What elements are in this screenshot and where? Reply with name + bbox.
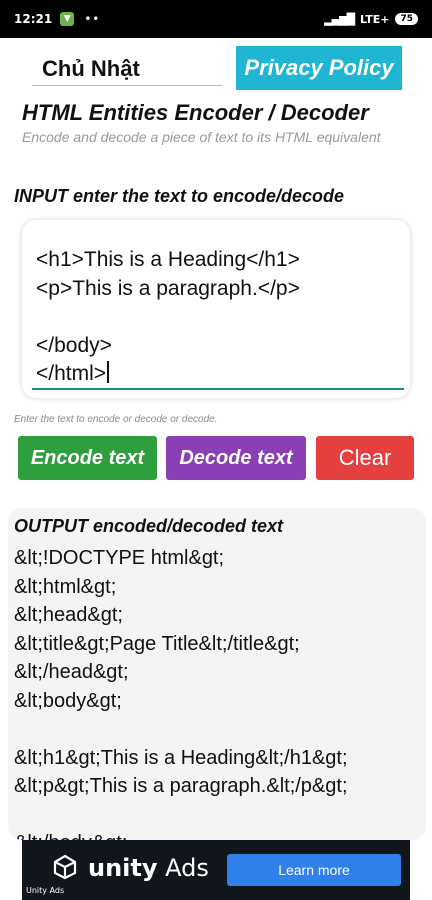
output-line: &lt;!DOCTYPE html&gt;: [14, 547, 225, 569]
input-line: </html>: [36, 362, 107, 385]
ad-brand: unity Ads: [88, 854, 209, 882]
day-label: Chủ Nhật: [32, 46, 222, 86]
battery-icon: 75: [395, 13, 418, 25]
input-line: <p>This is a paragraph.</p>: [36, 276, 300, 300]
output-text[interactable]: &lt;!DOCTYPE html&gt; &lt;html&gt; &lt;h…: [14, 544, 348, 840]
output-panel[interactable]: OUTPUT encoded/decoded text &lt;!DOCTYPE…: [8, 508, 426, 840]
learn-more-button[interactable]: Learn more: [227, 854, 401, 886]
input-textarea[interactable]: <h1>This is a Heading</h1> <p>This is a …: [22, 220, 410, 398]
ad-banner[interactable]: unity Ads Unity Ads Learn more: [22, 840, 410, 900]
status-bar: 12:21 ▼ •• ▂▄▆█ LTE+ 75: [0, 0, 432, 38]
text-cursor: [107, 361, 110, 383]
privacy-policy-button[interactable]: Privacy Policy: [236, 46, 402, 90]
encode-button[interactable]: Encode text: [18, 436, 157, 480]
ad-small-label: Unity Ads: [26, 886, 65, 895]
input-line: </body>: [36, 333, 112, 357]
output-line: &lt;title&gt;Page Title&lt;/title&gt;: [14, 632, 300, 655]
input-hint: Enter the text to encode or decode or de…: [14, 414, 218, 425]
ad-brand-unity: unity: [88, 854, 158, 882]
input-label: INPUT enter the text to encode/decode: [14, 186, 345, 206]
output-line: &lt;html&gt;: [14, 575, 117, 598]
output-label: OUTPUT encoded/decoded text: [14, 516, 284, 536]
page-subtitle: Encode and decode a piece of text to its…: [22, 129, 381, 145]
network-type: LTE+: [360, 12, 390, 26]
unity-logo-icon: [53, 854, 77, 880]
signal-icon: ▂▄▆█: [324, 12, 355, 26]
status-right: ▂▄▆█ LTE+ 75: [324, 13, 418, 26]
status-time: 12:21: [14, 12, 53, 26]
output-line: &lt;/head&gt;: [14, 661, 129, 683]
decode-button[interactable]: Decode text: [166, 436, 306, 480]
input-line: <h1>This is a Heading</h1>: [36, 248, 300, 271]
app-notification-icon: ▼: [60, 12, 75, 26]
output-line: &lt;head&gt;: [14, 604, 123, 626]
ad-brand-ads: Ads: [157, 854, 209, 882]
page-title: HTML Entities Encoder / Decoder: [22, 100, 369, 125]
clear-button[interactable]: Clear: [316, 436, 414, 480]
more-notifications-icon: ••: [84, 12, 101, 26]
output-line: &lt;h1&gt;This is a Heading&lt;/h1&gt;: [14, 746, 348, 769]
output-line: &lt;p&gt;This is a paragraph.&lt;/p&gt;: [14, 775, 348, 797]
top-bar: Chủ Nhật Privacy Policy: [32, 46, 402, 90]
input-text[interactable]: <h1>This is a Heading</h1> <p>This is a …: [36, 246, 300, 389]
input-underline: [32, 388, 404, 390]
output-line: &lt;/body&gt;: [14, 832, 127, 840]
output-line: &lt;body&gt;: [14, 689, 122, 712]
